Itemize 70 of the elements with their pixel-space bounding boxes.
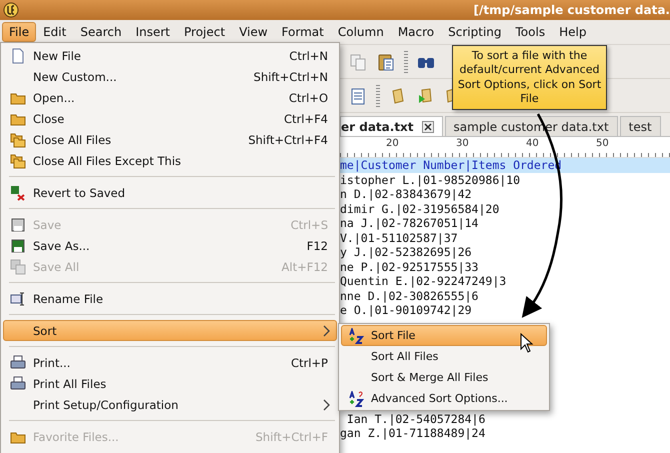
- menu-item[interactable]: New File Ctrl+N: [3, 45, 337, 66]
- menu-bar-item[interactable]: File: [2, 22, 36, 42]
- ruler-label: 50: [596, 138, 609, 149]
- paste-icon[interactable]: [376, 52, 396, 72]
- menu-item[interactable]: Advanced Sort Options...: [341, 388, 547, 409]
- tooltip: To sort a file with the default/current Advanced Sort Options, click on Sort File: [452, 45, 607, 110]
- menu-item[interactable]: Close All Files Shift+Ctrl+F4: [3, 129, 337, 150]
- floppies-icon: [10, 258, 26, 274]
- menu-bar-item[interactable]: Scripting: [441, 22, 509, 42]
- menu-bar-item[interactable]: Edit: [36, 22, 74, 42]
- text-line: y J.|02-52382695|26: [340, 245, 473, 260]
- menu-item[interactable]: Print... Ctrl+P: [3, 352, 337, 373]
- close-icon[interactable]: [422, 120, 434, 132]
- window-title: [/tmp/sample customer data.: [474, 3, 670, 17]
- text-line: ne P.|02-92517555|33: [340, 260, 480, 274]
- text-line: V.|01-51102587|37: [340, 230, 459, 245]
- ruler-label: 30: [456, 138, 469, 149]
- ruler-label: 20: [386, 138, 399, 149]
- menu-bar-item[interactable]: Column: [330, 22, 391, 42]
- menu-item[interactable]: Print All Files: [3, 373, 337, 394]
- floppy-icon: [10, 238, 26, 254]
- text-line: na J.|02-78267051|14: [340, 216, 480, 230]
- menu-item[interactable]: Sort File: [341, 325, 547, 346]
- file-tab[interactable]: test: [620, 116, 661, 136]
- text-line: gan Z.|01-71188489|24: [340, 426, 486, 440]
- sort-az-question-icon: [348, 390, 364, 406]
- menu-bar-item[interactable]: Project: [177, 22, 232, 42]
- toolbar-grip[interactable]: [404, 50, 408, 72]
- menu-item[interactable]: Revert to Saved: [3, 182, 337, 203]
- menu-bar-item[interactable]: Macro: [390, 22, 442, 42]
- copy-icon[interactable]: [348, 52, 368, 72]
- menu-item[interactable]: Rename File: [3, 288, 337, 309]
- menu-item[interactable]: New Custom... Shift+Ctrl+N: [3, 66, 337, 87]
- document-icon: [10, 48, 26, 64]
- chevron-right-icon: [322, 398, 330, 410]
- menu-item[interactable]: Sort: [3, 320, 337, 341]
- menu-item[interactable]: Close Ctrl+F4: [3, 108, 337, 129]
- text-line: Quentin E.|02-92247249|3: [340, 274, 508, 288]
- rename-icon: [10, 290, 26, 306]
- folders-icon: [10, 152, 26, 168]
- mouse-pointer-icon: [520, 333, 534, 353]
- text-line: e O.|01-90109742|29: [340, 303, 473, 318]
- file-tab[interactable]: er data.txt: [340, 116, 443, 136]
- text-line: n D.|02-83843679|42: [340, 187, 473, 202]
- chevron-right-icon: [322, 324, 330, 336]
- floppy-cross-icon: [10, 184, 26, 200]
- menu-item[interactable]: Save As... F12: [3, 235, 337, 256]
- printer-icon: [10, 354, 26, 370]
- menu-bar-item[interactable]: Insert: [128, 22, 177, 42]
- menu-item[interactable]: Print Setup/Configuration: [3, 394, 337, 415]
- sort-az-icon: [348, 328, 364, 344]
- folders-icon: [10, 132, 26, 148]
- app-logo-icon: [3, 2, 19, 18]
- text-line: nne D.|02-30826555|6: [340, 288, 480, 303]
- menu-item[interactable]: Open... Ctrl+O: [3, 87, 337, 108]
- menu-bar-item[interactable]: View: [232, 22, 275, 42]
- text-line: istopher L.|01-98520986|10: [340, 172, 522, 187]
- menu-bar-item[interactable]: Format: [274, 22, 331, 42]
- printer-icon: [10, 376, 26, 392]
- menu-item[interactable]: Sort All Files: [341, 346, 547, 367]
- menu-bar-item[interactable]: Search: [73, 22, 129, 42]
- ruler-label: 40: [526, 138, 539, 149]
- menu-bar-item[interactable]: Help: [552, 22, 594, 42]
- toolbar-grip[interactable]: [376, 84, 380, 106]
- text-line: Ian T.|02-54057284|6: [346, 412, 486, 426]
- menu-item[interactable]: Sort & Merge All Files: [341, 367, 547, 388]
- menu-item[interactable]: Close All Files Except This: [3, 150, 337, 171]
- text-line: dimir G.|02-31956584|20: [340, 202, 500, 216]
- floppy-icon: [10, 216, 26, 232]
- menu-bar-item[interactable]: Tools: [508, 22, 552, 42]
